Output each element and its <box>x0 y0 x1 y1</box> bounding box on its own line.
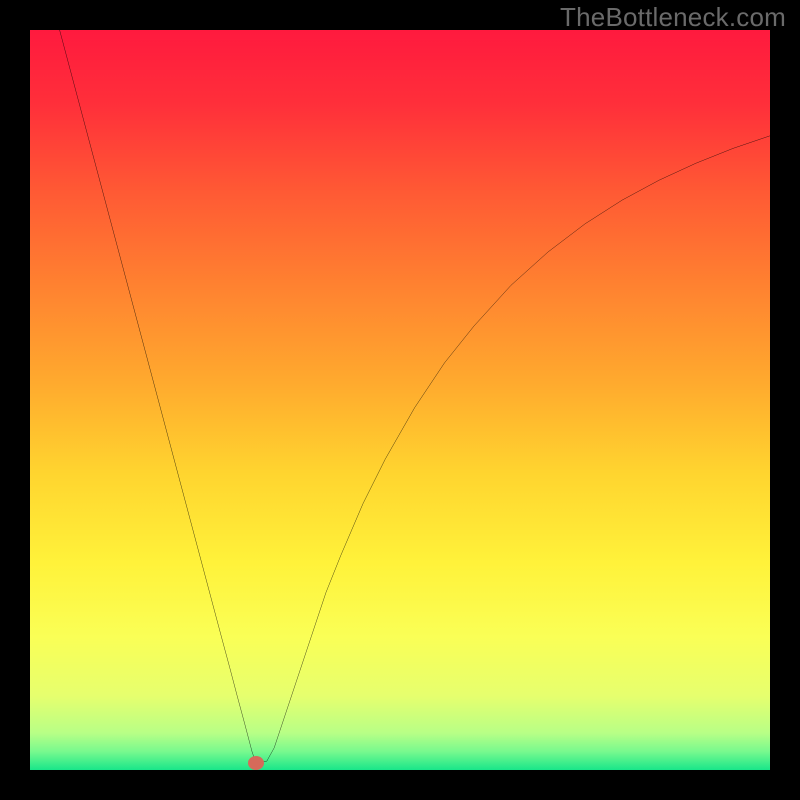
bottleneck-curve <box>60 30 770 763</box>
watermark-text: TheBottleneck.com <box>560 2 786 33</box>
minimum-marker <box>248 756 264 770</box>
curve-layer <box>30 30 770 770</box>
plot-area <box>30 30 770 770</box>
chart-frame: TheBottleneck.com <box>0 0 800 800</box>
